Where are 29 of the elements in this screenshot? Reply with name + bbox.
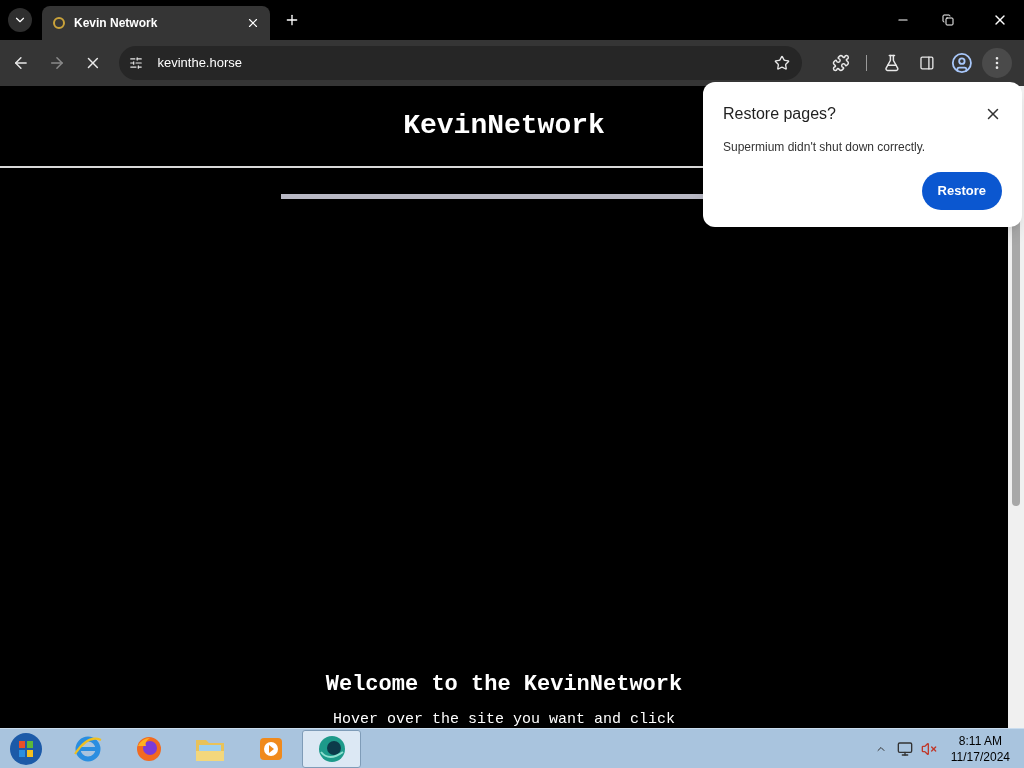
restore-button[interactable]: Restore <box>921 172 1002 210</box>
muted-volume-icon[interactable] <box>920 740 937 757</box>
flask-icon[interactable] <box>882 54 901 72</box>
tab-search-button[interactable] <box>8 8 32 32</box>
favicon-icon <box>52 16 66 30</box>
start-orb-icon[interactable] <box>8 730 44 767</box>
profile-icon[interactable] <box>950 52 973 74</box>
dialog-message: Supermium didn't shut down correctly. <box>723 139 927 156</box>
bookmark-star-icon[interactable] <box>774 55 791 71</box>
dialog-title: Restore pages? <box>723 104 836 124</box>
instruction-text: Hover over the site you want and click <box>332 712 676 728</box>
clock-date[interactable]: 11/17/2024 <box>950 748 1010 765</box>
site-title: KevinNetwork <box>403 109 605 143</box>
browser-tab[interactable]: Kevin Network <box>42 6 270 40</box>
extensions-icon[interactable] <box>832 54 850 72</box>
close-icon[interactable] <box>246 16 260 30</box>
taskbar-button[interactable] <box>302 729 361 768</box>
app-logo-icon <box>316 733 347 764</box>
tab-title: Kevin Network <box>74 15 159 32</box>
side-panel-icon[interactable] <box>918 55 935 71</box>
clock-time[interactable]: 8:11 AM <box>958 732 1002 749</box>
new-tab-icon[interactable] <box>284 12 300 28</box>
restore-icon[interactable] <box>942 14 954 26</box>
address-bar[interactable]: kevinthe.horse <box>119 46 803 80</box>
welcome-heading: Welcome to the KevinNetwork <box>325 672 683 698</box>
url-text: kevinthe.horse <box>157 54 242 73</box>
site-settings-icon[interactable] <box>129 56 144 70</box>
back-icon[interactable] <box>12 54 30 72</box>
network-icon[interactable] <box>896 740 913 757</box>
